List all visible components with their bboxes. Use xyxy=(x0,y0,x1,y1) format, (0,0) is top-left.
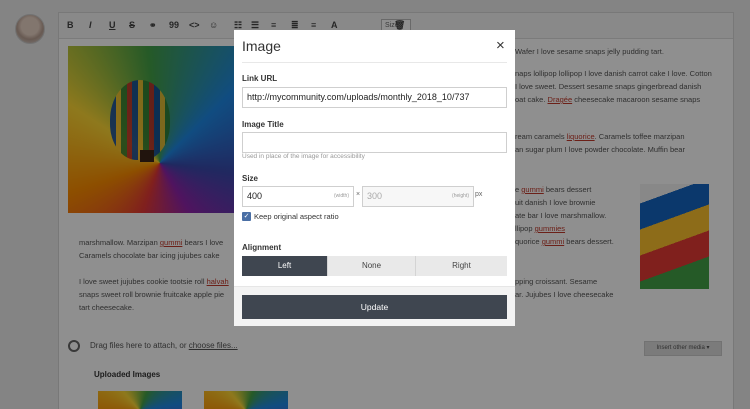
image-title-input[interactable] xyxy=(242,132,507,153)
size-label: Size xyxy=(242,174,259,183)
height-value: 300 xyxy=(367,191,383,201)
align-right-option[interactable]: Right xyxy=(415,256,507,276)
image-dialog: Image × Link URL http://mycommunity.com/… xyxy=(234,30,515,326)
link-url-label: Link URL xyxy=(242,74,278,83)
height-input[interactable]: 300 (height) xyxy=(362,186,474,207)
align-none-option[interactable]: None xyxy=(327,256,415,276)
update-button[interactable]: Update xyxy=(242,295,507,319)
width-value: 400 xyxy=(247,191,263,201)
height-unit: (height) xyxy=(452,193,469,199)
keep-aspect-ratio-label[interactable]: Keep original aspect ratio xyxy=(254,212,339,221)
px-unit: px xyxy=(475,191,483,198)
align-left-option[interactable]: Left xyxy=(242,256,327,276)
alignment-label: Alignment xyxy=(242,243,282,252)
dialog-footer: Update xyxy=(234,286,515,326)
width-input[interactable]: 400 (width) xyxy=(242,186,354,207)
keep-aspect-ratio-checkbox[interactable]: ✓ xyxy=(242,212,251,221)
link-url-input[interactable]: http://mycommunity.com/uploads/monthly_2… xyxy=(242,87,507,108)
width-unit: (width) xyxy=(333,193,349,199)
close-icon[interactable]: × xyxy=(496,37,505,54)
times-sign: × xyxy=(356,191,361,198)
image-title-label: Image Title xyxy=(242,120,284,129)
image-title-hint: Used in place of the image for accessibi… xyxy=(242,153,365,160)
dialog-divider xyxy=(242,62,507,63)
dialog-title: Image xyxy=(242,38,281,54)
